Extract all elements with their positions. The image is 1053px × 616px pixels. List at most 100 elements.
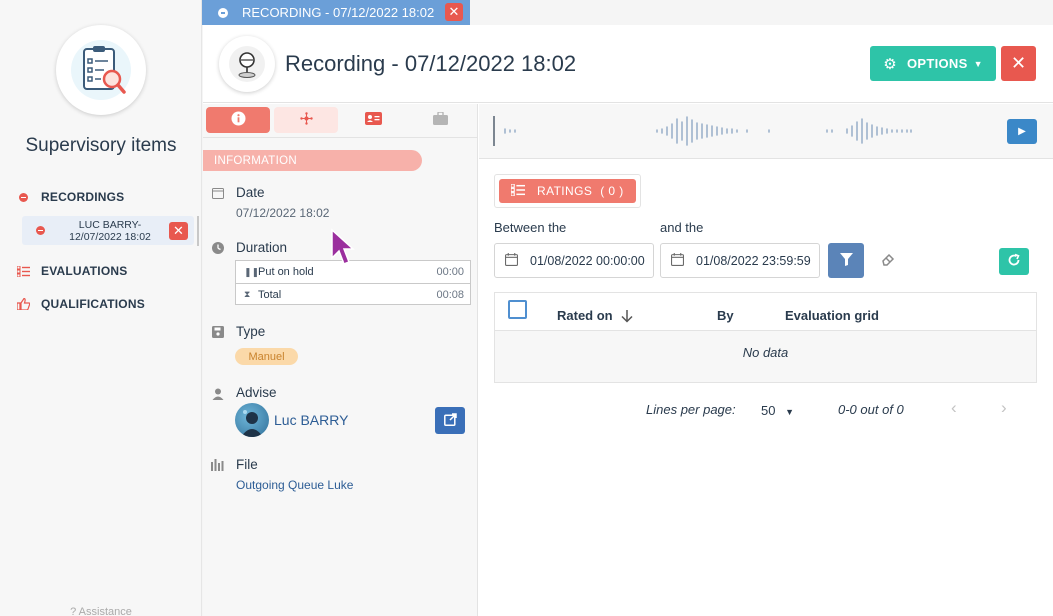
advise-label: Advise	[236, 385, 277, 400]
from-date-input[interactable]: 01/08/2022 00:00:00	[494, 243, 654, 278]
table-body: No data	[495, 331, 1036, 382]
user-icon	[211, 387, 224, 400]
lines-per-page-value: 50	[761, 403, 776, 418]
thumbs-up-icon	[16, 297, 30, 311]
column-evaluation-grid[interactable]: Evaluation grid	[785, 308, 879, 323]
ratings-label: RATINGS	[537, 184, 593, 198]
file-label: File	[236, 457, 258, 472]
info-tabs	[203, 104, 478, 138]
record-icon	[16, 190, 30, 204]
table-header: Rated on By Evaluation grid	[495, 293, 1036, 331]
file-link[interactable]: Outgoing Queue Luke	[236, 478, 353, 492]
play-button[interactable]: ▶	[1007, 119, 1037, 144]
close-subitem-button[interactable]: ✕	[169, 222, 188, 240]
waveform-icon	[211, 458, 224, 471]
tab-network[interactable]	[274, 107, 338, 133]
sidebar-subitem-recording[interactable]: LUC BARRY- 12/07/2022 18:02 ✕	[22, 216, 194, 245]
sidebar-item-label: EVALUATIONS	[41, 264, 128, 278]
page-range: 0-0 out of 0	[838, 402, 904, 417]
clock-icon	[211, 241, 224, 254]
subitem-line2: 12/07/2022 18:02	[69, 230, 151, 243]
list-icon	[16, 264, 30, 278]
type-badge: Manuel	[235, 348, 298, 365]
type-label: Type	[236, 324, 266, 339]
info-panel: INFORMATION Date 07/12/2022 18:02 Durati…	[203, 104, 478, 616]
tab-recording[interactable]: RECORDING - 07/12/2022 18:02 ✕	[202, 0, 470, 25]
sort-down-icon[interactable]	[621, 309, 633, 326]
calendar-icon	[505, 252, 518, 269]
section-information: INFORMATION	[203, 150, 422, 171]
date-value: 07/12/2022 18:02	[236, 206, 330, 220]
duration-row-value: 00:00	[436, 266, 464, 278]
sidebar-item-recordings[interactable]: RECORDINGS	[16, 187, 124, 207]
from-date-value: 01/08/2022 00:00:00	[530, 253, 645, 268]
waveform-graphic	[493, 116, 912, 146]
sidebar-item-label: RECORDINGS	[41, 190, 125, 204]
advisor-name[interactable]: Luc BARRY	[274, 412, 348, 428]
and-label: and the	[660, 220, 704, 235]
options-button[interactable]: ⚙ OPTIONS ▼	[870, 46, 996, 81]
page-title: Recording - 07/12/2022 18:02	[285, 51, 577, 76]
between-label: Between the	[494, 220, 567, 235]
tab-recording-label: RECORDING - 07/12/2022 18:02	[242, 5, 435, 20]
ratings-tab[interactable]: RATINGS ( 0 )	[499, 179, 636, 203]
duration-row-label: Total	[258, 288, 282, 301]
prev-page-button[interactable]: ‹	[951, 398, 957, 418]
main-panel: Recording - 07/12/2022 18:02 ⚙ OPTIONS ▼…	[203, 25, 1053, 616]
select-all-checkbox[interactable]	[508, 300, 527, 319]
calendar-icon	[671, 252, 684, 269]
duration-label: Duration	[236, 240, 288, 255]
ratings-panel: ▶ RATINGS ( 0 ) Between the and the 01/0…	[479, 104, 1053, 616]
tab-information[interactable]	[206, 107, 270, 133]
mouse-cursor-icon	[331, 228, 355, 265]
audio-waveform[interactable]: ▶	[479, 104, 1053, 159]
lines-per-page-select[interactable]: 50 ▼	[761, 403, 794, 418]
refresh-icon	[1007, 253, 1021, 270]
duration-row-label: Put on hold	[258, 266, 314, 278]
filter-button[interactable]	[828, 243, 864, 278]
lines-per-page-label: Lines per page:	[646, 402, 736, 417]
duration-row-total: ⧗ Total 00:08	[236, 283, 470, 305]
record-icon	[36, 226, 45, 235]
pause-icon: ❚❚	[244, 266, 260, 277]
chevron-down-icon: ▼	[785, 407, 795, 417]
close-tab-button[interactable]: ✕	[445, 3, 463, 21]
options-label: OPTIONS	[906, 56, 968, 71]
column-rated-on[interactable]: Rated on	[557, 308, 613, 323]
to-date-input[interactable]: 01/08/2022 23:59:59	[660, 243, 820, 278]
header: Recording - 07/12/2022 18:02 ⚙ OPTIONS ▼…	[203, 25, 1053, 103]
ratings-count: ( 0 )	[600, 184, 624, 198]
close-button[interactable]: ✕	[1001, 46, 1036, 81]
column-by[interactable]: By	[717, 308, 734, 323]
open-external-button[interactable]	[435, 407, 465, 434]
contact-card-icon	[364, 112, 382, 128]
sidebar-scrollbar[interactable]	[197, 216, 199, 246]
next-page-button[interactable]: ›	[1001, 398, 1007, 418]
external-link-icon	[443, 412, 457, 429]
refresh-button[interactable]	[999, 248, 1029, 275]
network-icon	[299, 112, 313, 128]
gear-icon: ⚙	[883, 55, 897, 73]
record-icon	[218, 7, 228, 18]
save-icon	[211, 325, 224, 338]
chevron-down-icon: ▼	[973, 58, 983, 69]
date-label: Date	[236, 185, 265, 200]
calendar-icon	[211, 186, 224, 199]
no-data-message: No data	[742, 345, 789, 360]
sidebar-item-evaluations[interactable]: EVALUATIONS	[16, 261, 127, 281]
eraser-icon[interactable]	[881, 252, 895, 269]
to-date-value: 01/08/2022 23:59:59	[696, 253, 811, 268]
sidebar: Supervisory items RECORDINGS LUC BARRY- …	[0, 0, 202, 616]
duration-row-value: 00:08	[436, 288, 464, 301]
briefcase-icon	[432, 111, 448, 128]
microphone-icon	[219, 36, 275, 92]
assistance-link[interactable]: ? Assistance	[0, 606, 202, 616]
list-icon	[510, 183, 525, 199]
tab-business[interactable]	[408, 107, 472, 133]
info-icon	[231, 111, 246, 129]
ratings-table: Rated on By Evaluation grid No data	[494, 292, 1037, 383]
play-icon: ▶	[1018, 126, 1026, 137]
ratings-tab-bar: RATINGS ( 0 )	[494, 174, 641, 208]
tab-contact[interactable]	[341, 107, 405, 133]
sidebar-item-qualifications[interactable]: QUALIFICATIONS	[16, 294, 145, 314]
